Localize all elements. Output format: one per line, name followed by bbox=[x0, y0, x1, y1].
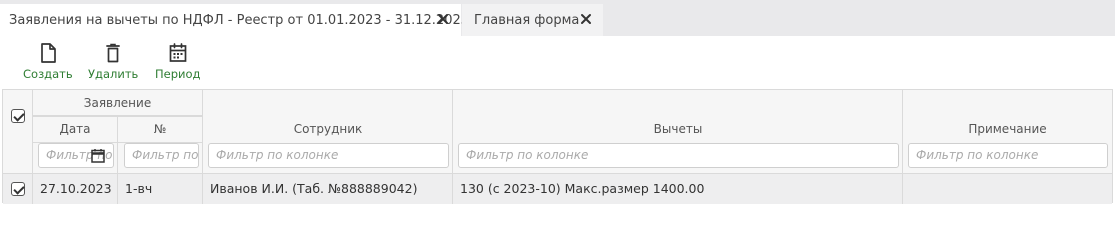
close-icon[interactable] bbox=[579, 12, 593, 26]
column-header-employee[interactable]: Сотрудник bbox=[203, 116, 453, 142]
row-deductions: 130 (с 2023-10) Макс.размер 1400.00 bbox=[453, 174, 903, 204]
delete-button[interactable]: Удалить bbox=[88, 42, 138, 81]
table-row[interactable]: 27.10.2023 1-вч Иванов И.И. (Таб. №88888… bbox=[3, 173, 1112, 204]
calendar-icon bbox=[169, 43, 187, 62]
deductions-grid: Заявление Дата № Сотрудник Вычеты Примеч… bbox=[2, 89, 1113, 204]
trash-icon bbox=[106, 43, 121, 63]
toolbar: Создать Удалить Период bbox=[0, 36, 1115, 88]
close-icon[interactable] bbox=[436, 12, 450, 26]
row-note bbox=[903, 174, 1112, 204]
row-date: 27.10.2023 bbox=[33, 174, 118, 204]
delete-label: Удалить bbox=[88, 67, 139, 81]
row-checkbox[interactable] bbox=[11, 182, 25, 196]
select-all-header bbox=[3, 90, 33, 173]
tab-deductions-registry[interactable]: Заявления на вычеты по НДФЛ - Реестр от … bbox=[0, 4, 469, 36]
tab-bar: Заявления на вычеты по НДФЛ - Реестр от … bbox=[0, 0, 1115, 36]
row-employee: Иванов И.И. (Таб. №888889042) bbox=[203, 174, 453, 204]
note-filter-input[interactable]: Фильтр по колонке bbox=[908, 143, 1108, 168]
select-all-checkbox[interactable] bbox=[11, 109, 25, 123]
row-select-cell bbox=[3, 174, 33, 204]
group-header-application: Заявление bbox=[33, 90, 203, 116]
group-divider bbox=[33, 116, 203, 117]
period-label: Период bbox=[155, 67, 201, 81]
column-header-deductions[interactable]: Вычеты bbox=[453, 116, 903, 142]
row-number: 1-вч bbox=[118, 174, 203, 204]
tab-label: Заявления на вычеты по НДФЛ - Реестр от … bbox=[9, 12, 470, 28]
period-button[interactable]: Период bbox=[155, 42, 200, 81]
create-label: Создать bbox=[23, 67, 73, 81]
deductions-filter-input[interactable]: Фильтр по колонке bbox=[458, 143, 899, 168]
tab-main-form[interactable]: Главная форма bbox=[462, 4, 603, 36]
create-button[interactable]: Создать bbox=[23, 42, 73, 81]
calendar-icon[interactable] bbox=[91, 148, 105, 163]
employee-filter-input[interactable]: Фильтр по колонке bbox=[208, 143, 449, 168]
column-header-number[interactable]: № bbox=[118, 116, 203, 142]
column-header-note[interactable]: Примечание bbox=[903, 116, 1112, 142]
tab-label: Главная форма bbox=[474, 12, 580, 28]
column-header-date[interactable]: Дата bbox=[33, 116, 118, 142]
number-filter-input[interactable]: Фильтр по колонке bbox=[124, 143, 199, 168]
new-document-icon bbox=[40, 43, 56, 63]
